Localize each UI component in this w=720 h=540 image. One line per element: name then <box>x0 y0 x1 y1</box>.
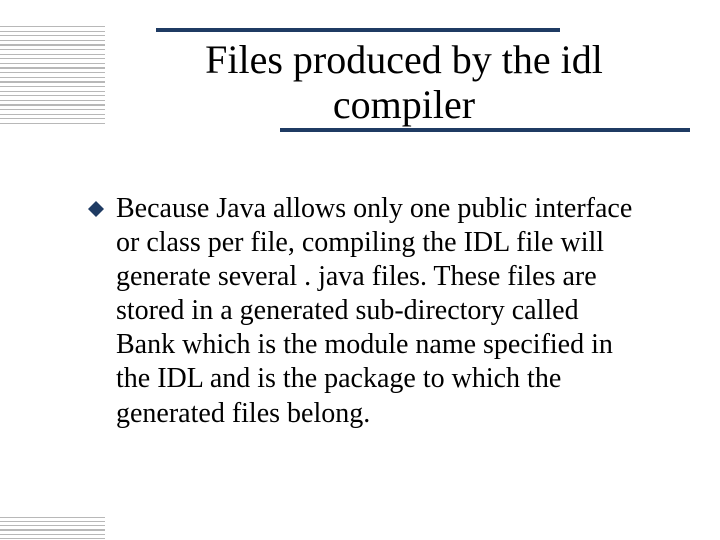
title-rule-top <box>156 28 560 32</box>
decorative-stripes-bottom <box>0 512 105 540</box>
slide-body: Because Java allows only one public inte… <box>88 192 642 431</box>
decorative-stripes-top <box>0 26 105 124</box>
title-rule-bottom <box>280 128 690 132</box>
slide: Files produced by the idl compiler Becau… <box>0 0 720 540</box>
bullet-item: Because Java allows only one public inte… <box>88 192 642 431</box>
bullet-text: Because Java allows only one public inte… <box>116 192 642 431</box>
slide-title: Files produced by the idl compiler <box>156 28 652 136</box>
title-block: Files produced by the idl compiler <box>156 28 652 136</box>
diamond-bullet-icon <box>88 201 104 217</box>
